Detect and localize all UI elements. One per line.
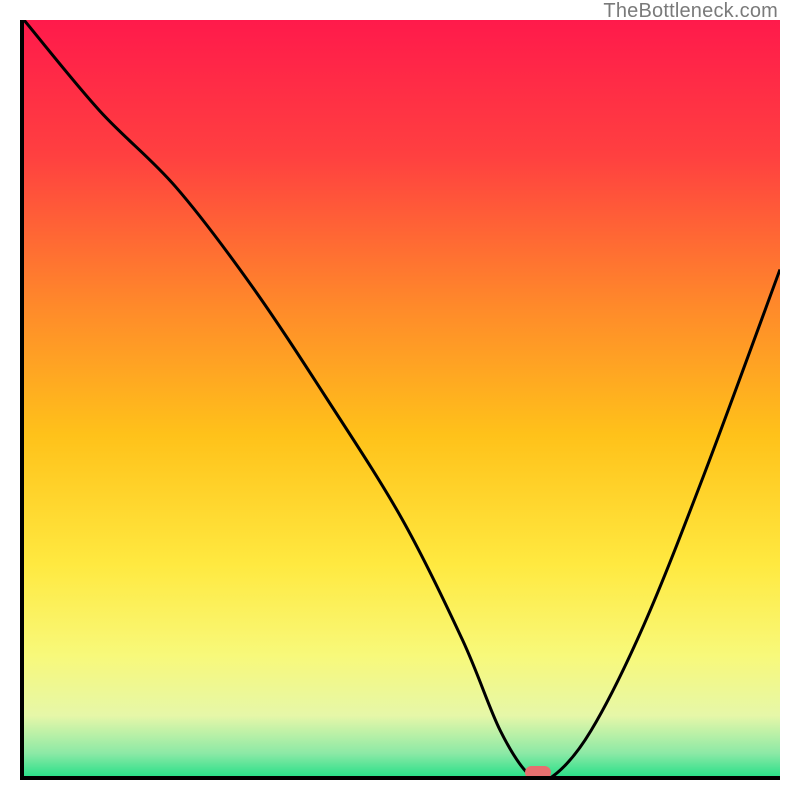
- chart-container: TheBottleneck.com: [0, 0, 800, 800]
- bottleneck-curve: [24, 20, 780, 776]
- plot-area: [20, 20, 780, 780]
- curve-layer: [24, 20, 780, 776]
- optimal-marker: [525, 766, 551, 779]
